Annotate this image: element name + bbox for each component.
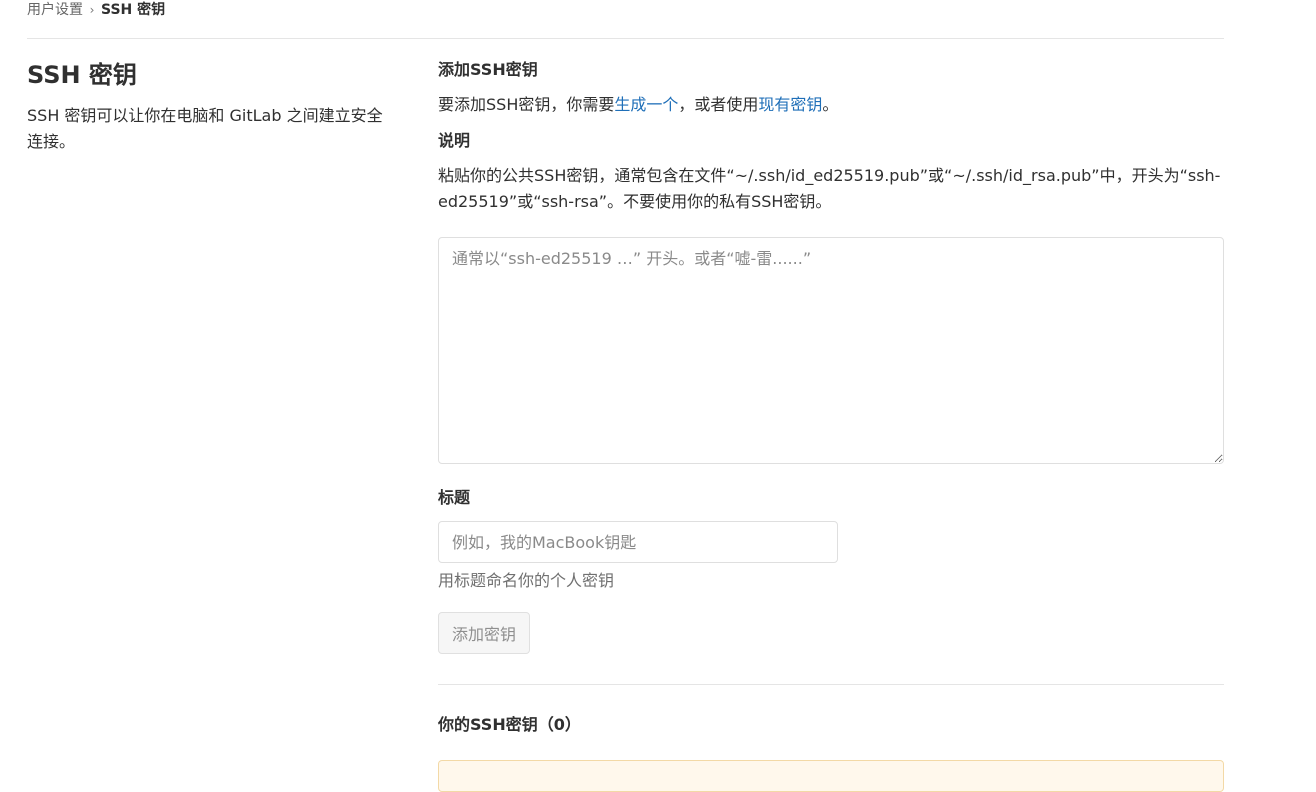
page-description: SSH 密钥可以让你在电脑和 GitLab 之间建立安全连接。 bbox=[27, 106, 383, 151]
intro-middle: ，或者使用 bbox=[678, 95, 759, 114]
intro-suffix: 。 bbox=[822, 95, 839, 114]
ssh-key-textarea[interactable] bbox=[438, 237, 1224, 464]
chevron-right-icon: › bbox=[89, 3, 95, 17]
title-label: 标题 bbox=[438, 488, 471, 507]
add-ssh-key-heading: 添加SSH密钥 bbox=[438, 60, 538, 79]
settings-sidebar-info: SSH 密钥 SSH 密钥可以让你在电脑和 GitLab 之间建立安全连接。 bbox=[27, 57, 397, 155]
header-divider bbox=[27, 38, 1224, 39]
ssh-key-form: 添加SSH密钥 要添加SSH密钥，你需要生成一个，或者使用现有密钥。 说明 粘贴… bbox=[438, 57, 1224, 738]
generate-key-link[interactable]: 生成一个 bbox=[614, 95, 678, 114]
title-input[interactable] bbox=[438, 521, 838, 563]
breadcrumb-current[interactable]: SSH 密钥 bbox=[101, 0, 165, 20]
add-ssh-key-intro: 要添加SSH密钥，你需要生成一个，或者使用现有密钥。 bbox=[438, 92, 1224, 118]
your-ssh-keys-heading: 你的SSH密钥（0） bbox=[438, 715, 581, 734]
intro-prefix: 要添加SSH密钥，你需要 bbox=[438, 95, 615, 114]
description-text: 粘贴你的公共SSH密钥，通常包含在文件“~/.ssh/id_ed25519.pu… bbox=[438, 166, 1221, 211]
add-key-button[interactable]: 添加密钥 bbox=[438, 612, 531, 654]
section-divider bbox=[438, 684, 1224, 685]
breadcrumb-user-settings-link[interactable]: 用户设置 bbox=[27, 0, 83, 20]
ssh-keys-empty-alert bbox=[438, 760, 1224, 792]
description-heading: 说明 bbox=[438, 131, 471, 150]
title-help-text: 用标题命名你的个人密钥 bbox=[438, 571, 615, 590]
breadcrumb: 用户设置 › SSH 密钥 bbox=[27, 0, 165, 20]
existing-key-link[interactable]: 现有密钥 bbox=[758, 95, 822, 114]
page-title: SSH 密钥 bbox=[27, 61, 137, 89]
